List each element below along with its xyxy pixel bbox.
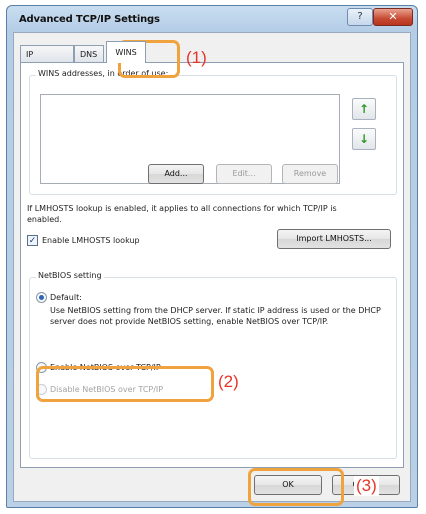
- lmhosts-info-text: If LMHOSTS lookup is enabled, it applies…: [27, 204, 337, 224]
- tab-dns[interactable]: DNS: [74, 45, 104, 62]
- enable-lmhosts-checkbox[interactable]: ✓: [27, 235, 38, 246]
- tab-wins[interactable]: WINS: [106, 41, 146, 63]
- close-button[interactable]: ✕: [373, 8, 413, 26]
- netbios-default-label[interactable]: Default:: [50, 293, 82, 302]
- netbios-default-description: Use NetBIOS setting from the DHCP server…: [50, 306, 381, 326]
- callout-label-1: (1): [186, 48, 207, 67]
- help-button[interactable]: ?: [347, 8, 373, 26]
- add-button[interactable]: Add...: [148, 164, 204, 184]
- callout-box-ok-button: [248, 468, 344, 506]
- move-down-button[interactable]: ↓: [352, 128, 376, 150]
- tab-ip-settings[interactable]: IP Settings: [20, 45, 74, 76]
- import-lmhosts-button[interactable]: Import LMHOSTS...: [277, 229, 391, 249]
- callout-box-enable-netbios: [36, 366, 214, 402]
- netbios-default-radio[interactable]: [36, 292, 47, 303]
- wins-addresses-group: WINS addresses, in order of use: ↑ ↓ Add…: [29, 69, 397, 195]
- move-up-button[interactable]: ↑: [352, 98, 376, 120]
- title-bar[interactable]: Advanced TCP/IP Settings ? ✕: [7, 6, 417, 32]
- window-title: Advanced TCP/IP Settings: [19, 14, 160, 25]
- advanced-tcpip-dialog: Advanced TCP/IP Settings ? ✕ IP Settings…: [6, 5, 418, 508]
- edit-button[interactable]: Edit...: [216, 164, 272, 184]
- callout-label-2: (2): [218, 372, 239, 391]
- down-arrow-icon: ↓: [358, 132, 370, 146]
- netbios-setting-label: NetBIOS setting: [36, 271, 104, 280]
- remove-button[interactable]: Remove: [282, 164, 338, 184]
- dialog-body: IP Settings DNS WINS WINS addresses, in …: [13, 32, 411, 502]
- callout-label-3: (3): [354, 476, 379, 496]
- up-arrow-icon: ↑: [358, 102, 370, 116]
- wins-tab-panel: WINS addresses, in order of use: ↑ ↓ Add…: [20, 62, 404, 468]
- enable-lmhosts-label[interactable]: Enable LMHOSTS lookup: [42, 236, 140, 245]
